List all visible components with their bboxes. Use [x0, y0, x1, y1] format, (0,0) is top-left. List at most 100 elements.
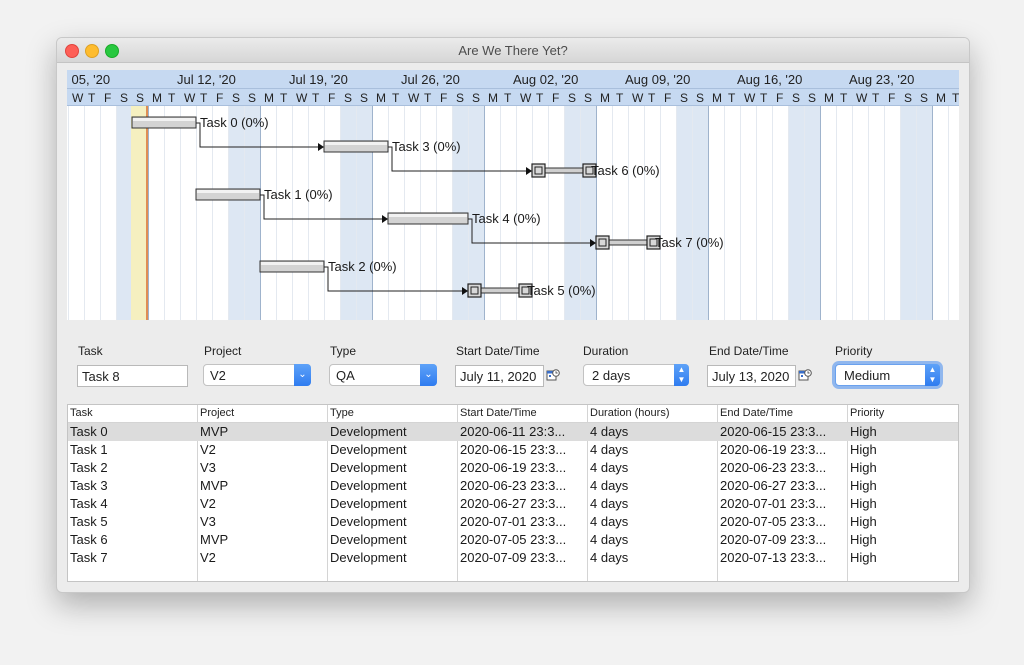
end-date-label: End Date/Time [709, 344, 789, 358]
table-row[interactable]: Task 0 MVP Development 2020-06-11 23:3... 4 … [68, 423, 958, 441]
end-date-input[interactable]: July 13, 2020 [707, 365, 796, 387]
table-cell: Development [330, 550, 407, 565]
column-header-task[interactable]: Task [68, 405, 198, 422]
day-label: F [888, 91, 895, 105]
table-cell: 2020-07-05 23:3... [720, 514, 827, 529]
table-row[interactable]: Task 2 V3 Development 2020-06-19 23:3... 4 d… [68, 459, 958, 477]
day-label: S [680, 91, 688, 105]
task-bar [473, 287, 527, 294]
table-row[interactable]: Task 7 V2 Development 2020-07-09 23:3... 4 d… [68, 549, 958, 567]
table-cell: 4 days [590, 496, 629, 511]
day-label: M [152, 91, 162, 105]
table-cell: High [850, 478, 877, 493]
milestone-start-marker [467, 283, 482, 298]
day-label: S [360, 91, 368, 105]
calendar-clock-icon[interactable] [798, 368, 812, 382]
weekend-shade [340, 106, 356, 320]
task-label: Task [78, 344, 103, 358]
day-label: T [872, 91, 880, 105]
table-cell: Task 5 [70, 514, 108, 529]
project-select[interactable]: V2 ⌄ [203, 364, 311, 386]
title-bar: Are We There Yet? [57, 38, 969, 63]
stepper-arrows-icon[interactable]: ▲ ▼ [674, 364, 689, 386]
table-cell: MVP [200, 532, 229, 547]
task-bar-highlight [133, 118, 195, 121]
table-row[interactable]: Task 6 MVP Development 2020-07-05 23:3... 4 … [68, 531, 958, 549]
table-cell: V3 [200, 514, 216, 529]
column-header-end[interactable]: End Date/Time [718, 405, 848, 422]
day-label: W [408, 91, 420, 105]
task-label: Task 4 (0%) [472, 211, 541, 226]
table-cell: 2020-06-19 23:3... [460, 460, 567, 475]
table-cell: Development [330, 478, 407, 493]
column-header-duration[interactable]: Duration (hours) [588, 405, 718, 422]
table-cell: MVP [200, 424, 229, 439]
day-label: S [920, 91, 928, 105]
dependency-arrow-icon [382, 215, 388, 223]
day-label: T [760, 91, 768, 105]
task-bar-highlight [261, 262, 323, 265]
day-label: T [88, 91, 96, 105]
table-row[interactable]: Task 1 V2 Development 2020-06-15 23:3... 4 d… [68, 441, 958, 459]
project-label: Project [204, 344, 242, 358]
day-label: M [824, 91, 834, 105]
table-cell: 2020-06-11 23:3... [460, 424, 566, 439]
gantt-chart[interactable]: l 05, '20 Jul 12, '20 Jul 19, '20 Jul 26, '… [67, 70, 959, 320]
type-select[interactable]: QA ⌄ [329, 364, 437, 386]
window-title: Are We There Yet? [458, 43, 568, 58]
task-label: Task 3 (0%) [392, 139, 461, 154]
project-select-value: V2 [210, 368, 226, 383]
table-cell: High [850, 442, 877, 457]
task-label: Task 5 (0%) [527, 283, 596, 298]
gantt-canvas[interactable]: l 05, '20 Jul 12, '20 Jul 19, '20 Jul 26, '… [67, 70, 959, 320]
table-cell: 4 days [590, 532, 629, 547]
duration-stepper[interactable]: 2 days ▲ ▼ [583, 364, 689, 386]
dependency-arrow-icon [526, 167, 532, 175]
table-cell: High [850, 550, 877, 565]
table-cell: Task 3 [70, 478, 108, 493]
priority-select[interactable]: Medium ▲ ▼ [835, 364, 940, 386]
day-label: S [568, 91, 576, 105]
column-header-project[interactable]: Project [198, 405, 328, 422]
day-label: W [632, 91, 644, 105]
day-label: S [248, 91, 256, 105]
weekend-shade [788, 106, 804, 320]
weekend-shade [676, 106, 692, 320]
day-label: S [472, 91, 480, 105]
day-label: W [856, 91, 868, 105]
column-header-start[interactable]: Start Date/Time [458, 405, 588, 422]
day-label: T [536, 91, 544, 105]
table-cell: 2020-06-27 23:3... [720, 478, 827, 493]
table-row[interactable]: Task 4 V2 Development 2020-06-27 23:3... 4 d… [68, 495, 958, 513]
day-label: S [232, 91, 240, 105]
today-highlight [131, 106, 146, 320]
day-label: W [744, 91, 756, 105]
table-cell: 2020-06-15 23:3... [460, 442, 567, 457]
day-label: T [952, 91, 959, 105]
week-label: Jul 12, '20 [177, 72, 236, 87]
column-header-priority[interactable]: Priority [848, 405, 958, 422]
table-cell: High [850, 460, 877, 475]
weekend-shade [692, 106, 708, 320]
weekend-shade [356, 106, 372, 320]
table-cell: Development [330, 424, 407, 439]
task-label: Task 6 (0%) [591, 163, 660, 178]
column-header-type[interactable]: Type [328, 405, 458, 422]
day-label: M [488, 91, 498, 105]
weekend-shade [228, 106, 244, 320]
app-window: Are We There Yet? l 05, '20 Jul 12, '20 Ju… [56, 37, 970, 593]
task-table[interactable]: Task Project Type Start Date/Time Durati… [67, 404, 959, 582]
priority-label: Priority [835, 344, 873, 358]
start-date-input[interactable]: July 11, 2020 [455, 365, 544, 387]
stepper-arrows-icon[interactable]: ▲ ▼ [925, 364, 940, 386]
week-label: Aug 02, '20 [513, 72, 578, 87]
task-label: Task 2 (0%) [328, 259, 397, 274]
table-row[interactable]: Task 5 V3 Development 2020-07-01 23:3... 4 d… [68, 513, 958, 531]
day-label: T [728, 91, 736, 105]
task-name-input[interactable]: Task 8 [77, 365, 188, 387]
day-label: S [120, 91, 128, 105]
priority-value: Medium [844, 368, 891, 383]
calendar-clock-icon[interactable] [546, 368, 560, 382]
task-label: Task 7 (0%) [655, 235, 724, 250]
table-row[interactable]: Task 3 MVP Development 2020-06-23 23:3... 4 … [68, 477, 958, 495]
